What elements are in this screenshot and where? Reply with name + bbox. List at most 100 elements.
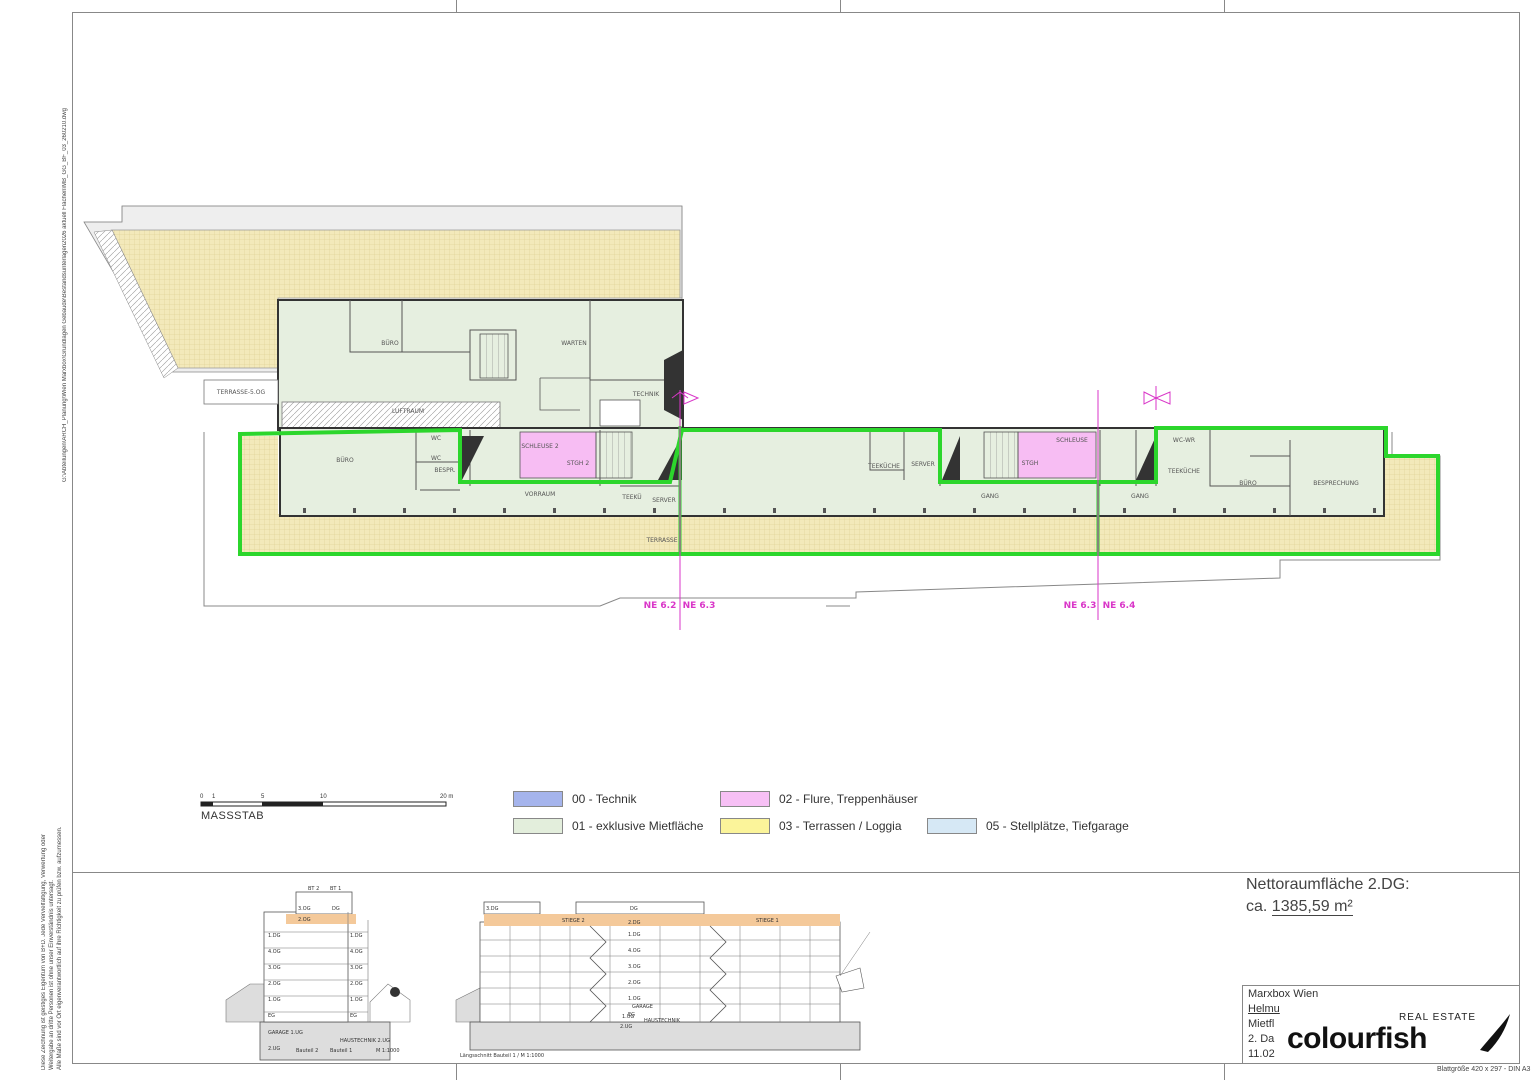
floor-plan: BÜRO WARTEN TECHNIK TERRASSE-5.OG LUFTRA… bbox=[83, 205, 1441, 807]
section-label: GARAGE 1.UG bbox=[268, 1030, 303, 1036]
scale-bar bbox=[200, 801, 447, 807]
legend-label: 02 - Flure, Treppenhäuser bbox=[779, 792, 918, 806]
stgh2-core bbox=[519, 431, 597, 479]
scale-tick: 5 bbox=[261, 794, 265, 800]
section-label: EG bbox=[268, 1013, 275, 1019]
ne-label: NE 6.3 bbox=[683, 601, 716, 611]
scale-tick: 20 m bbox=[440, 794, 454, 800]
section-label: 2.OG bbox=[350, 981, 363, 987]
legend-swatch bbox=[513, 791, 563, 807]
section-label: BT 2 bbox=[308, 886, 319, 892]
brand-logo: REAL ESTATE colourfish bbox=[1284, 1010, 1516, 1058]
title-line: Mietfl bbox=[1248, 1018, 1275, 1030]
room-label: TERRASSE-5.OG bbox=[216, 389, 266, 396]
section-caption: Bauteil 1 bbox=[330, 1048, 352, 1054]
section-label: 2.DG bbox=[628, 920, 641, 926]
net-area-number: 1385,59 m² bbox=[1271, 898, 1353, 916]
lower-terrace-tiles bbox=[240, 514, 1438, 554]
section-caption: Längsschnitt Bauteil 1 / M 1:1000 bbox=[460, 1053, 544, 1059]
section-label: EG bbox=[350, 1013, 357, 1019]
wc-core bbox=[599, 399, 641, 427]
section-label: DG bbox=[630, 906, 638, 912]
legend-item-flure: 02 - Flure, Treppenhäuser bbox=[720, 789, 918, 809]
title-line: Helmu bbox=[1248, 1003, 1280, 1015]
room-label: VORRAUM bbox=[525, 491, 556, 498]
section-label: 3.OG bbox=[268, 965, 281, 971]
net-area-title: Nettoraumfläche 2.DG: bbox=[1246, 876, 1410, 893]
title-line: 11.02 bbox=[1248, 1048, 1275, 1060]
section-label: 4.OG bbox=[350, 949, 363, 955]
ne-arrow-icon bbox=[1143, 386, 1171, 410]
room-label: GANG bbox=[1131, 493, 1149, 500]
frame-tick bbox=[456, 1064, 457, 1080]
room-label: BESPR. bbox=[434, 467, 455, 474]
room-label: SCHLEUSE bbox=[1056, 437, 1088, 444]
room-label: STGH bbox=[1022, 460, 1039, 467]
cross-section bbox=[225, 891, 411, 1061]
section-label: 2.OG bbox=[628, 980, 641, 986]
frame-tick bbox=[840, 1064, 841, 1080]
section-label: 2.UG bbox=[268, 1046, 280, 1052]
legend-item-technik: 00 - Technik bbox=[513, 789, 636, 809]
room-label: STGH 2 bbox=[567, 460, 590, 467]
section-label: 1.OG bbox=[268, 997, 281, 1003]
frame-tick bbox=[1224, 1064, 1225, 1080]
legend-label: 03 - Terrassen / Loggia bbox=[779, 819, 902, 833]
room-label: BESPRECHUNG bbox=[1313, 480, 1359, 487]
room-label: TERRASSE bbox=[645, 537, 677, 544]
room-label: SERVER bbox=[652, 497, 676, 504]
section-label: 2.OG bbox=[298, 917, 311, 923]
room-label: WC bbox=[431, 455, 441, 462]
section-label: STIEGE 1 bbox=[756, 918, 779, 924]
legend-swatch bbox=[720, 818, 770, 834]
title-line: Marxbox Wien bbox=[1248, 988, 1319, 1000]
section-label: GARAGE bbox=[632, 1004, 653, 1010]
sheet-size: Blattgröße 420 x 297 - DIN A3 bbox=[1437, 1066, 1531, 1073]
section-label: 1.DG bbox=[350, 933, 363, 939]
room-label: TEEKÜ bbox=[621, 494, 641, 501]
room-label: BÜRO bbox=[1239, 480, 1257, 487]
ne-label: NE 6.4 bbox=[1103, 601, 1136, 611]
legend-swatch bbox=[927, 818, 977, 834]
legend-item-stellplaetze: 05 - Stellplätze, Tiefgarage bbox=[927, 816, 1129, 836]
room-label: TECHNIK bbox=[632, 391, 660, 398]
scale-label: MASSSTAB bbox=[201, 810, 265, 822]
section-label: 3.OG bbox=[350, 965, 363, 971]
ne-label: NE 6.2 bbox=[644, 601, 677, 611]
scale-tick: 0 bbox=[200, 794, 204, 800]
legend-label: 01 - exklusive Mietfläche bbox=[572, 819, 704, 833]
fish-fin-icon bbox=[1480, 1014, 1510, 1052]
room-label: WC-WR bbox=[1173, 437, 1195, 444]
section-label: 2.UG bbox=[620, 1024, 632, 1030]
room-label: LUFTRAUM bbox=[392, 408, 424, 415]
brand-name: colourfish bbox=[1287, 1022, 1428, 1055]
section-label: 1.OG bbox=[350, 997, 363, 1003]
room-label: GANG bbox=[981, 493, 999, 500]
section-label: 3.OG bbox=[628, 964, 641, 970]
section-label: 3.DG bbox=[486, 906, 499, 912]
room-label: BÜRO bbox=[336, 457, 354, 464]
room-label: TEEKÜCHE bbox=[867, 463, 900, 470]
section-label: 3.OG bbox=[298, 906, 311, 912]
section-label: 1.OG bbox=[628, 996, 641, 1002]
room-label: WC bbox=[431, 435, 441, 442]
room-label: TEEKÜCHE bbox=[1167, 468, 1200, 475]
section-label: 4.OG bbox=[628, 948, 641, 954]
luftraum-box bbox=[281, 401, 501, 431]
section-label: 4.OG bbox=[268, 949, 281, 955]
long-section bbox=[455, 901, 871, 1051]
ne-label: NE 6.3 bbox=[1064, 601, 1097, 611]
section-drawings: BT 2 BT 1 3.OG 2.OG 1.DG 4.OG 3.OG 2.OG … bbox=[225, 886, 871, 1061]
section-label: STIEGE 2 bbox=[562, 918, 585, 924]
section-caption: M 1:1000 bbox=[376, 1048, 400, 1054]
scale-tick: 10 bbox=[320, 794, 327, 800]
scale-tick: 1 bbox=[212, 794, 216, 800]
section-label: 1.DG bbox=[268, 933, 281, 939]
stair-flight bbox=[479, 333, 509, 379]
section-label: 1.UG bbox=[622, 1014, 634, 1020]
section-label: DG bbox=[332, 906, 340, 912]
room-label: SCHLEUSE 2 bbox=[521, 443, 559, 450]
legend-swatch bbox=[720, 791, 770, 807]
legend-swatch bbox=[513, 818, 563, 834]
legend-item-mietflaeche: 01 - exklusive Mietfläche bbox=[513, 816, 703, 836]
